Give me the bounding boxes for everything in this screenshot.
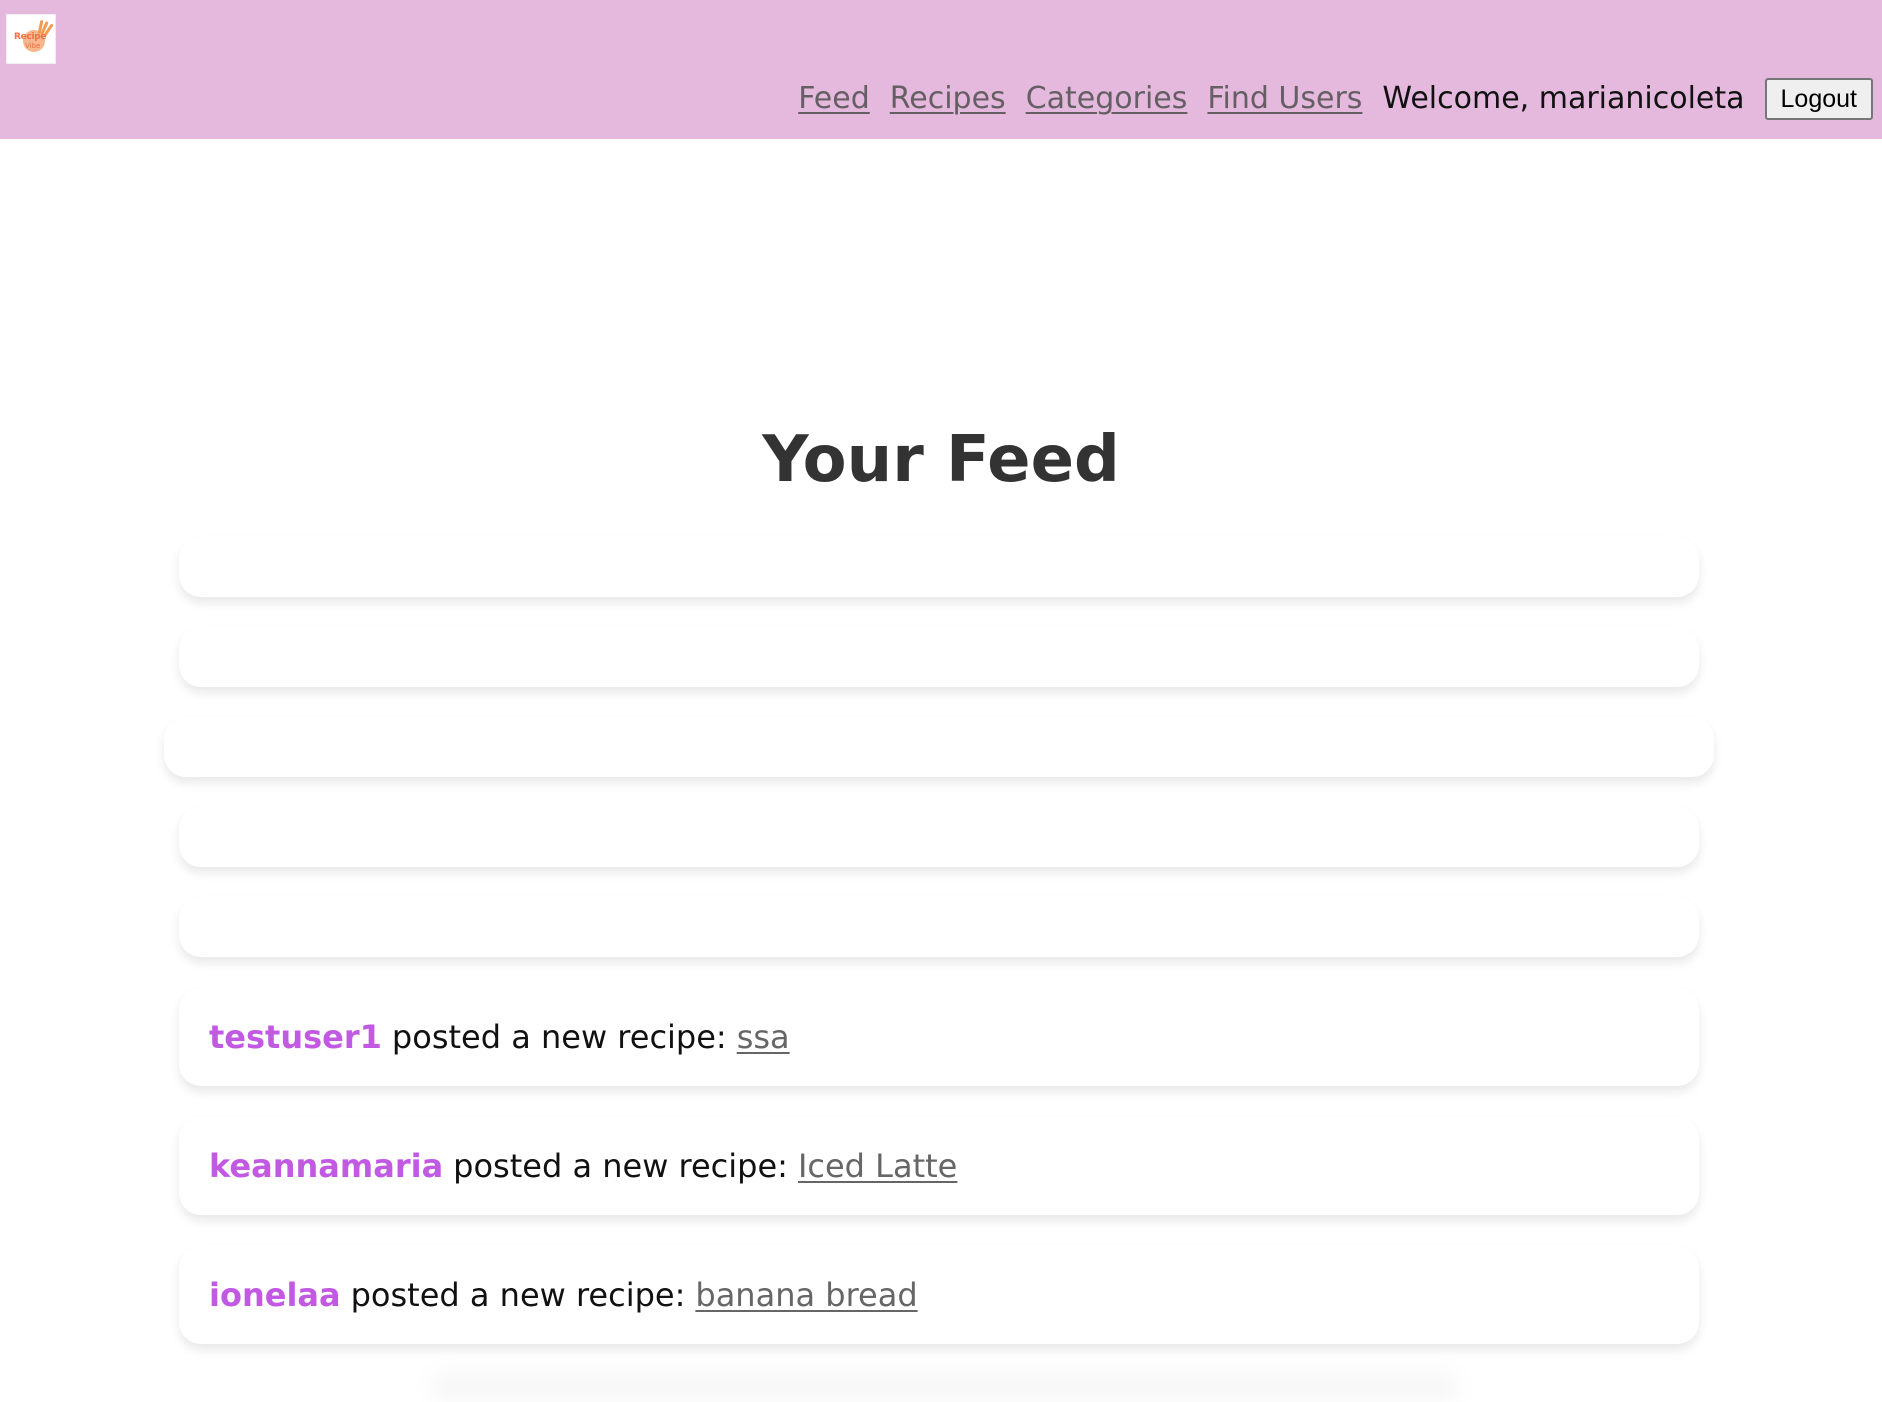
feed-post-card: testuser1 posted a new recipe: ssa [179, 988, 1699, 1086]
recipe-link[interactable]: ssa [737, 1017, 790, 1057]
feed-list: testuser1 posted a new recipe: ssa keann… [0, 0, 1882, 1386]
feed-post-card: ionelaa posted a new recipe: banana brea… [179, 1246, 1699, 1344]
post-action-text: posted a new recipe: [391, 1018, 727, 1056]
bottom-scroll-shadow [430, 1372, 1460, 1402]
post-username[interactable]: ionelaa [209, 1275, 341, 1315]
empty-feed-card [179, 627, 1699, 687]
recipe-link[interactable]: banana bread [695, 1275, 917, 1315]
empty-feed-card [179, 897, 1699, 957]
empty-feed-card [164, 717, 1714, 777]
feed-post-card: keannamaria posted a new recipe: Iced La… [179, 1117, 1699, 1215]
post-username[interactable]: keannamaria [209, 1146, 443, 1186]
post-action-text: posted a new recipe: [453, 1147, 788, 1185]
post-action-text: posted a new recipe: [350, 1276, 686, 1314]
empty-feed-card [179, 537, 1699, 597]
post-username[interactable]: testuser1 [209, 1017, 382, 1057]
empty-feed-card [179, 807, 1699, 867]
recipe-link[interactable]: Iced Latte [798, 1146, 957, 1186]
